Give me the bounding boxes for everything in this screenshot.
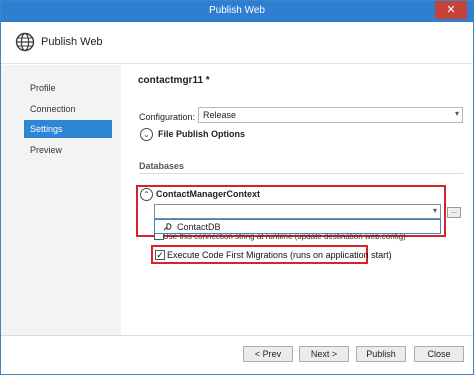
chevron-up-icon: ⌃ (143, 190, 150, 199)
configuration-label: Configuration: (139, 112, 196, 122)
context-collapse-button[interactable]: ⌃ (140, 188, 153, 201)
migrations-checkbox[interactable]: ✓ (155, 250, 165, 260)
globe-icon (15, 32, 35, 52)
file-publish-options-label[interactable]: File Publish Options (158, 129, 245, 139)
browse-button[interactable]: ... (447, 207, 461, 218)
chevron-down-icon: ▾ (432, 206, 437, 215)
next-button[interactable]: Next > (299, 346, 349, 362)
configuration-select[interactable]: Release ▾ (198, 107, 463, 123)
title-bar: Publish Web ✕ (1, 1, 473, 22)
suggestion-label: ContactDB (177, 222, 221, 232)
context-name: ContactManagerContext (156, 189, 261, 199)
dialog-footer: < Prev Next > Publish Close (1, 335, 473, 374)
migrations-label[interactable]: Execute Code First Migrations (runs on a… (167, 250, 392, 260)
publish-button[interactable]: Publish (356, 346, 406, 362)
profile-name: contactmgr11 * (138, 75, 210, 86)
chevron-down-icon: ▾ (454, 109, 459, 118)
dialog-header: Publish Web (1, 22, 473, 64)
sidebar-item-connection[interactable]: Connection (24, 100, 112, 118)
prev-button[interactable]: < Prev (243, 346, 293, 362)
file-publish-options-expander[interactable]: ⌄ (140, 128, 153, 141)
runtime-connection-label: Use this connection string at runtime (u… (163, 234, 406, 241)
suggestion-item-contactdb[interactable]: ContactDB (154, 219, 441, 234)
publish-web-dialog: Publish Web ✕ Publish Web Profile Connec… (0, 0, 474, 375)
window-close-button[interactable]: ✕ (435, 1, 467, 19)
settings-panel: contactmgr11 * Configuration: Release ▾ … (121, 65, 473, 335)
chevron-down-icon: ⌄ (143, 130, 150, 139)
sidebar-item-preview[interactable]: Preview (24, 141, 112, 159)
header-title: Publish Web (41, 36, 103, 48)
window-title: Publish Web (209, 5, 265, 16)
checkmark-icon: ✓ (156, 250, 164, 260)
databases-divider (139, 173, 463, 174)
close-button[interactable]: Close (414, 346, 464, 362)
connection-string-combobox[interactable]: ▾ (154, 204, 441, 219)
sidebar-item-settings[interactable]: Settings (24, 120, 112, 138)
databases-heading: Databases (139, 161, 185, 171)
sidebar-item-profile[interactable]: Profile (24, 79, 112, 97)
connection-plug-icon (163, 223, 172, 231)
wizard-sidebar: Profile Connection Settings Preview (1, 65, 121, 335)
configuration-value: Release (203, 110, 237, 120)
